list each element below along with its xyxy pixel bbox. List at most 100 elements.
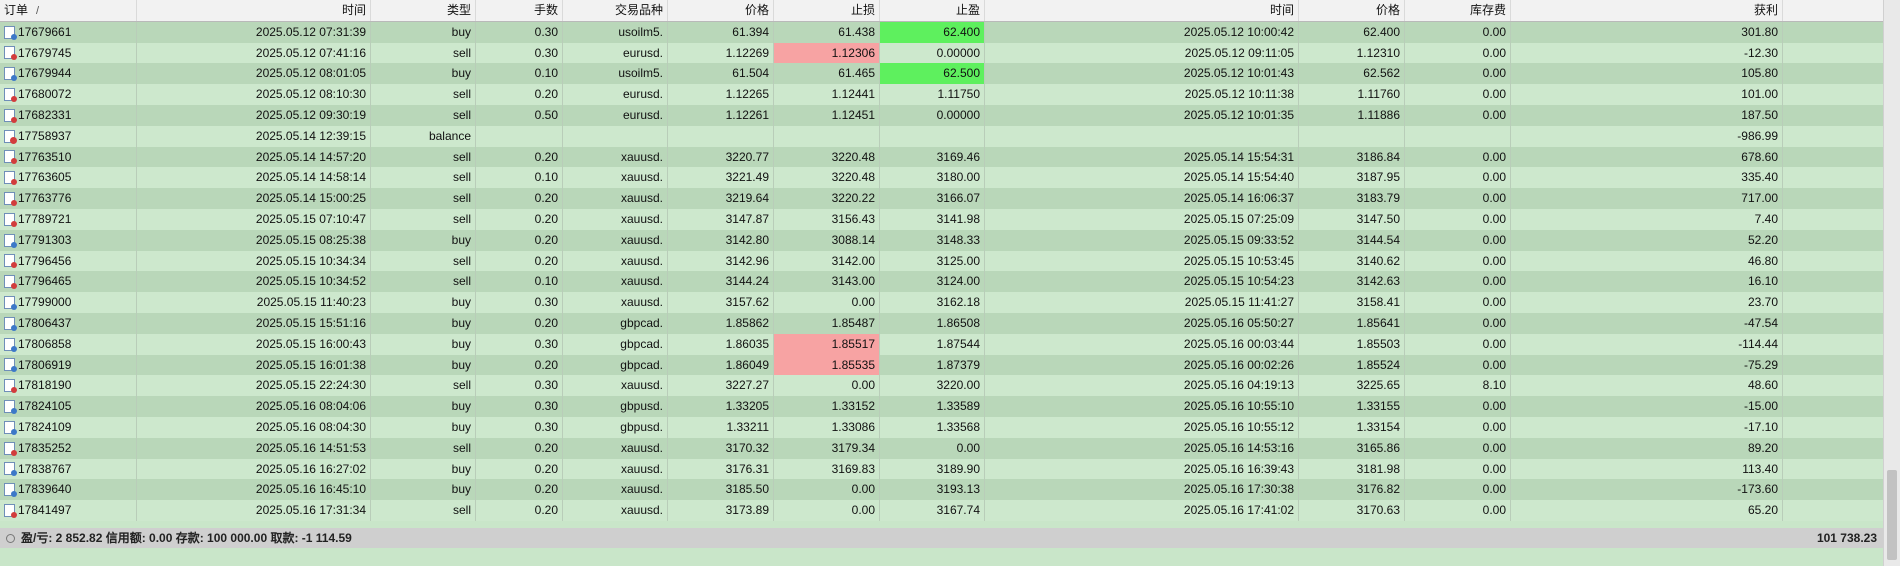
cell-swap: 0.00 <box>1405 437 1511 459</box>
column-header-close-time[interactable]: 时间 <box>985 0 1299 21</box>
cell-open-time: 2025.05.15 22:24:30 <box>137 375 371 397</box>
table-header: 订单 / 时间 类型 手数 交易品种 价格 止损 止盈 时间 价格 库存费 获利 <box>0 0 1883 22</box>
cell-close-price: 1.85503 <box>1299 333 1405 355</box>
order-id-wrap: 17824105 <box>4 396 132 417</box>
cell-symbol: gbpcad. <box>563 354 668 376</box>
cell-symbol: xauusd. <box>563 458 668 480</box>
table-row[interactable]: 17791303 2025.05.15 08:25:38 buy 0.20 xauusd… <box>0 229 1883 251</box>
cell-order: 17806858 <box>0 333 137 355</box>
cell-order: 17763605 <box>0 167 137 189</box>
order-id: 17824109 <box>18 419 72 434</box>
buy-deal-icon <box>4 25 17 40</box>
table-row[interactable]: 17679944 2025.05.12 08:01:05 buy 0.10 usoilm… <box>0 63 1883 85</box>
cell-swap: 0.00 <box>1405 42 1511 64</box>
table-row[interactable]: 17824109 2025.05.16 08:04:30 buy 0.30 gbpusd… <box>0 416 1883 438</box>
cell-open-time: 2025.05.15 10:34:52 <box>137 271 371 293</box>
order-id: 17680072 <box>18 87 72 102</box>
scrollbar-thumb[interactable] <box>1887 470 1897 560</box>
table-row[interactable]: 17839640 2025.05.16 16:45:10 buy 0.20 xauusd… <box>0 479 1883 501</box>
table-row[interactable]: 17763510 2025.05.14 14:57:20 sell 0.20 xauus… <box>0 146 1883 168</box>
cell-profit: 46.80 <box>1511 250 1783 272</box>
cell-order: 17818190 <box>0 375 137 397</box>
column-header-open-time[interactable]: 时间 <box>137 0 371 21</box>
table-row[interactable]: 17758937 2025.05.14 12:39:15 balance -986.9… <box>0 125 1883 147</box>
cell-order: 17824105 <box>0 396 137 417</box>
table-row[interactable]: 17806919 2025.05.15 16:01:38 buy 0.20 gbpcad… <box>0 354 1883 376</box>
column-header-open-price[interactable]: 价格 <box>668 0 774 21</box>
column-header-stop-loss[interactable]: 止损 <box>774 0 880 21</box>
cell-open-time: 2025.05.15 10:34:34 <box>137 250 371 272</box>
cell-open-price: 3227.27 <box>668 375 774 397</box>
table-row[interactable]: 17835252 2025.05.16 14:51:53 sell 0.20 xauus… <box>0 437 1883 459</box>
table-row[interactable]: 17679745 2025.05.12 07:41:16 sell 0.30 eurus… <box>0 42 1883 64</box>
table-row[interactable]: 17806437 2025.05.15 15:51:16 buy 0.20 gbpcad… <box>0 312 1883 334</box>
table-row[interactable]: 17799000 2025.05.15 11:40:23 buy 0.30 xauusd… <box>0 292 1883 313</box>
cell-close-time: 2025.05.16 17:41:02 <box>985 500 1299 521</box>
table-row[interactable]: 17796465 2025.05.15 10:34:52 sell 0.10 xauus… <box>0 271 1883 293</box>
cell-take-profit: 3193.13 <box>880 479 985 501</box>
cell-stop-loss: 1.33152 <box>774 396 880 417</box>
sell-deal-icon <box>4 192 17 207</box>
column-header-profit[interactable]: 获利 <box>1511 0 1783 21</box>
cell-open-time: 2025.05.14 14:57:20 <box>137 146 371 168</box>
cell-symbol: xauusd. <box>563 271 668 293</box>
table-row[interactable]: 17838767 2025.05.16 16:27:02 buy 0.20 xauusd… <box>0 458 1883 480</box>
column-header-swap[interactable]: 库存费 <box>1405 0 1511 21</box>
cell-volume: 0.20 <box>476 188 563 209</box>
column-header-type[interactable]: 类型 <box>371 0 476 21</box>
cell-close-price: 1.33154 <box>1299 416 1405 438</box>
cell-open-price: 3157.62 <box>668 292 774 313</box>
cell-type: buy <box>371 292 476 313</box>
cell-volume: 0.30 <box>476 42 563 64</box>
account-summary-bar: 盈/亏: 2 852.82 信用额: 0.00 存款: 100 000.00 取… <box>0 528 1883 548</box>
table-row[interactable]: 17679661 2025.05.12 07:31:39 buy 0.30 usoilm… <box>0 21 1883 43</box>
column-header-take-profit[interactable]: 止盈 <box>880 0 985 21</box>
cell-volume: 0.30 <box>476 375 563 397</box>
column-header-close-price[interactable]: 价格 <box>1299 0 1405 21</box>
cell-close-price: 3140.62 <box>1299 250 1405 272</box>
cell-symbol: xauusd. <box>563 208 668 230</box>
cell-symbol: gbpcad. <box>563 333 668 355</box>
cell-volume: 0.20 <box>476 479 563 501</box>
cell-type: sell <box>371 167 476 189</box>
cell-swap: 0.00 <box>1405 167 1511 189</box>
column-header-volume[interactable]: 手数 <box>476 0 563 21</box>
table-row[interactable]: 17680072 2025.05.12 08:10:30 sell 0.20 eurus… <box>0 84 1883 105</box>
table-row[interactable]: 17763605 2025.05.14 14:58:14 sell 0.10 xauus… <box>0 167 1883 189</box>
sell-deal-icon <box>4 504 17 519</box>
table-row[interactable]: 17806858 2025.05.15 16:00:43 buy 0.30 gbpcad… <box>0 333 1883 355</box>
cell-order: 17835252 <box>0 437 137 459</box>
order-id-wrap: 17679661 <box>4 22 132 43</box>
cell-stop-loss: 1.85535 <box>774 354 880 376</box>
cell-symbol: xauusd. <box>563 292 668 313</box>
table-row[interactable]: 17763776 2025.05.14 15:00:25 sell 0.20 xauus… <box>0 188 1883 209</box>
cell-open-time: 2025.05.14 12:39:15 <box>137 125 371 147</box>
column-header-symbol[interactable]: 交易品种 <box>563 0 668 21</box>
cell-close-time <box>985 125 1299 147</box>
vertical-scrollbar[interactable] <box>1883 0 1900 566</box>
table-row[interactable]: 17818190 2025.05.15 22:24:30 sell 0.30 xauus… <box>0 375 1883 397</box>
table-row[interactable]: 17682331 2025.05.12 09:30:19 sell 0.50 eurus… <box>0 104 1883 126</box>
order-id: 17799000 <box>18 295 72 310</box>
cell-symbol: xauusd. <box>563 500 668 521</box>
cell-swap: 0.00 <box>1405 188 1511 209</box>
order-id-wrap: 17789721 <box>4 209 132 230</box>
table-row[interactable]: 17789721 2025.05.15 07:10:47 sell 0.20 xauus… <box>0 208 1883 230</box>
order-id-wrap: 17818190 <box>4 375 132 396</box>
cell-take-profit: 3169.46 <box>880 146 985 168</box>
cell-open-time: 2025.05.14 14:58:14 <box>137 167 371 189</box>
cell-stop-loss: 3220.48 <box>774 167 880 189</box>
cell-profit: 16.10 <box>1511 271 1783 293</box>
cell-close-time: 2025.05.16 17:30:38 <box>985 479 1299 501</box>
order-id: 17789721 <box>18 211 72 226</box>
sell-deal-icon <box>4 441 17 456</box>
table-row[interactable]: 17841497 2025.05.16 17:31:34 sell 0.20 xauus… <box>0 500 1883 521</box>
cell-swap: 0.00 <box>1405 396 1511 417</box>
table-row[interactable]: 17796456 2025.05.15 10:34:34 sell 0.20 xauus… <box>0 250 1883 272</box>
cell-take-profit: 1.87544 <box>880 333 985 355</box>
table-row[interactable]: 17824105 2025.05.16 08:04:06 buy 0.30 gbpusd… <box>0 396 1883 417</box>
cell-close-price: 3176.82 <box>1299 479 1405 501</box>
column-header-order[interactable]: 订单 / <box>0 0 137 21</box>
cell-swap: 0.00 <box>1405 84 1511 105</box>
cell-open-time: 2025.05.15 15:51:16 <box>137 312 371 334</box>
